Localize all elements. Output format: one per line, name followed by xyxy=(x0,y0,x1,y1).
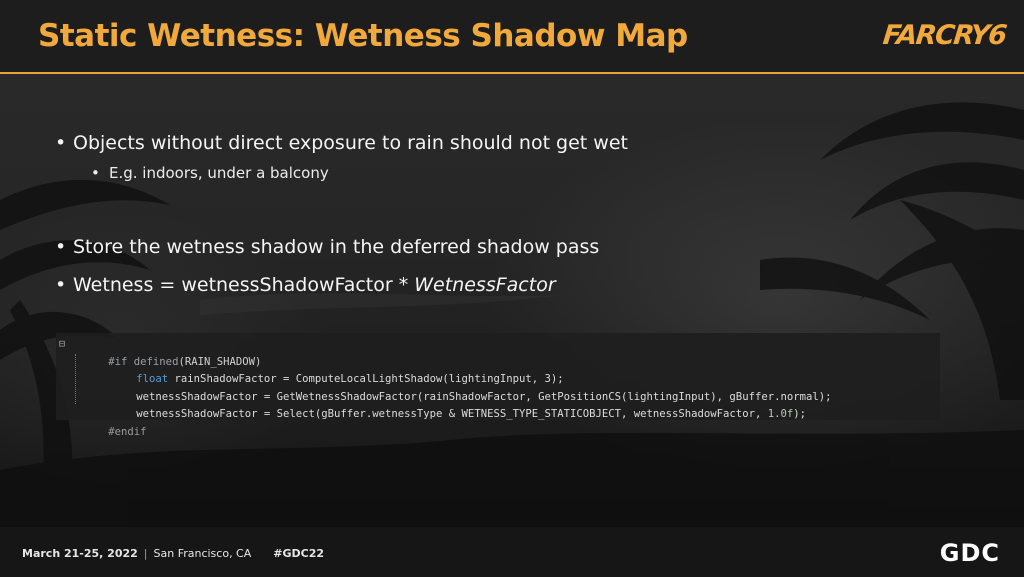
bullet-item: • Store the wetness shadow in the deferre… xyxy=(55,236,599,258)
slide: Static Wetness: Wetness Shadow Map FARCR… xyxy=(0,0,1024,577)
separator: | xyxy=(143,547,148,560)
bullet-text-prefix: Wetness = wetnessShadowFactor * xyxy=(73,274,415,296)
event-info: March 21-25, 2022 | San Francisco, CA #GDC2… xyxy=(22,547,324,560)
slide-title: Static Wetness: Wetness Shadow Map xyxy=(38,18,688,54)
code-keyword: #endif xyxy=(108,425,147,438)
bullet-dot-icon: • xyxy=(55,132,67,154)
code-line: ⊟ #if defined(RAIN_SHADOW) xyxy=(56,336,940,368)
bullet-text-italic: WetnessFactor xyxy=(414,274,556,296)
code-line: wetnessShadowFactor = GetWetnessShadowFa… xyxy=(56,371,940,403)
bullet-text: Objects without direct exposure to rain … xyxy=(73,132,628,154)
event-date: March 21-25, 2022 xyxy=(22,547,138,560)
sub-bullet-text: E.g. indoors, under a balcony xyxy=(109,164,329,182)
bullet-dot-icon: • xyxy=(91,164,100,182)
farcry6-logo: FARCRY6 xyxy=(881,20,1008,51)
bullet-dot-icon: • xyxy=(55,236,67,258)
event-hashtag: #GDC22 xyxy=(273,547,325,560)
bullet-dot-icon: • xyxy=(55,274,67,296)
bullet-item: • Objects without direct exposure to rain… xyxy=(55,132,628,154)
bullet-item: • Wetness = wetnessShadowFactor * Wetness… xyxy=(55,274,556,296)
code-line: #endif xyxy=(56,406,940,438)
bullet-text: Store the wetness shadow in the deferred… xyxy=(73,236,600,258)
gdc-logo: GDC xyxy=(939,539,1000,567)
code-line: float rainShadowFactor = ComputeLocalLig… xyxy=(56,354,940,385)
sub-bullet-item: • E.g. indoors, under a balcony xyxy=(91,164,329,182)
slide-footer: March 21-25, 2022 | San Francisco, CA #GDC2… xyxy=(0,527,1024,577)
slide-header: Static Wetness: Wetness Shadow Map FARCR… xyxy=(0,0,1024,74)
event-location: San Francisco, CA xyxy=(153,547,252,560)
collapse-icon: ⊟ xyxy=(58,338,66,350)
code-line: wetnessShadowFactor = Select(gBuffer.wet… xyxy=(56,389,940,420)
code-block: ⊟ #if defined(RAIN_SHADOW) float rainShad… xyxy=(56,333,940,438)
